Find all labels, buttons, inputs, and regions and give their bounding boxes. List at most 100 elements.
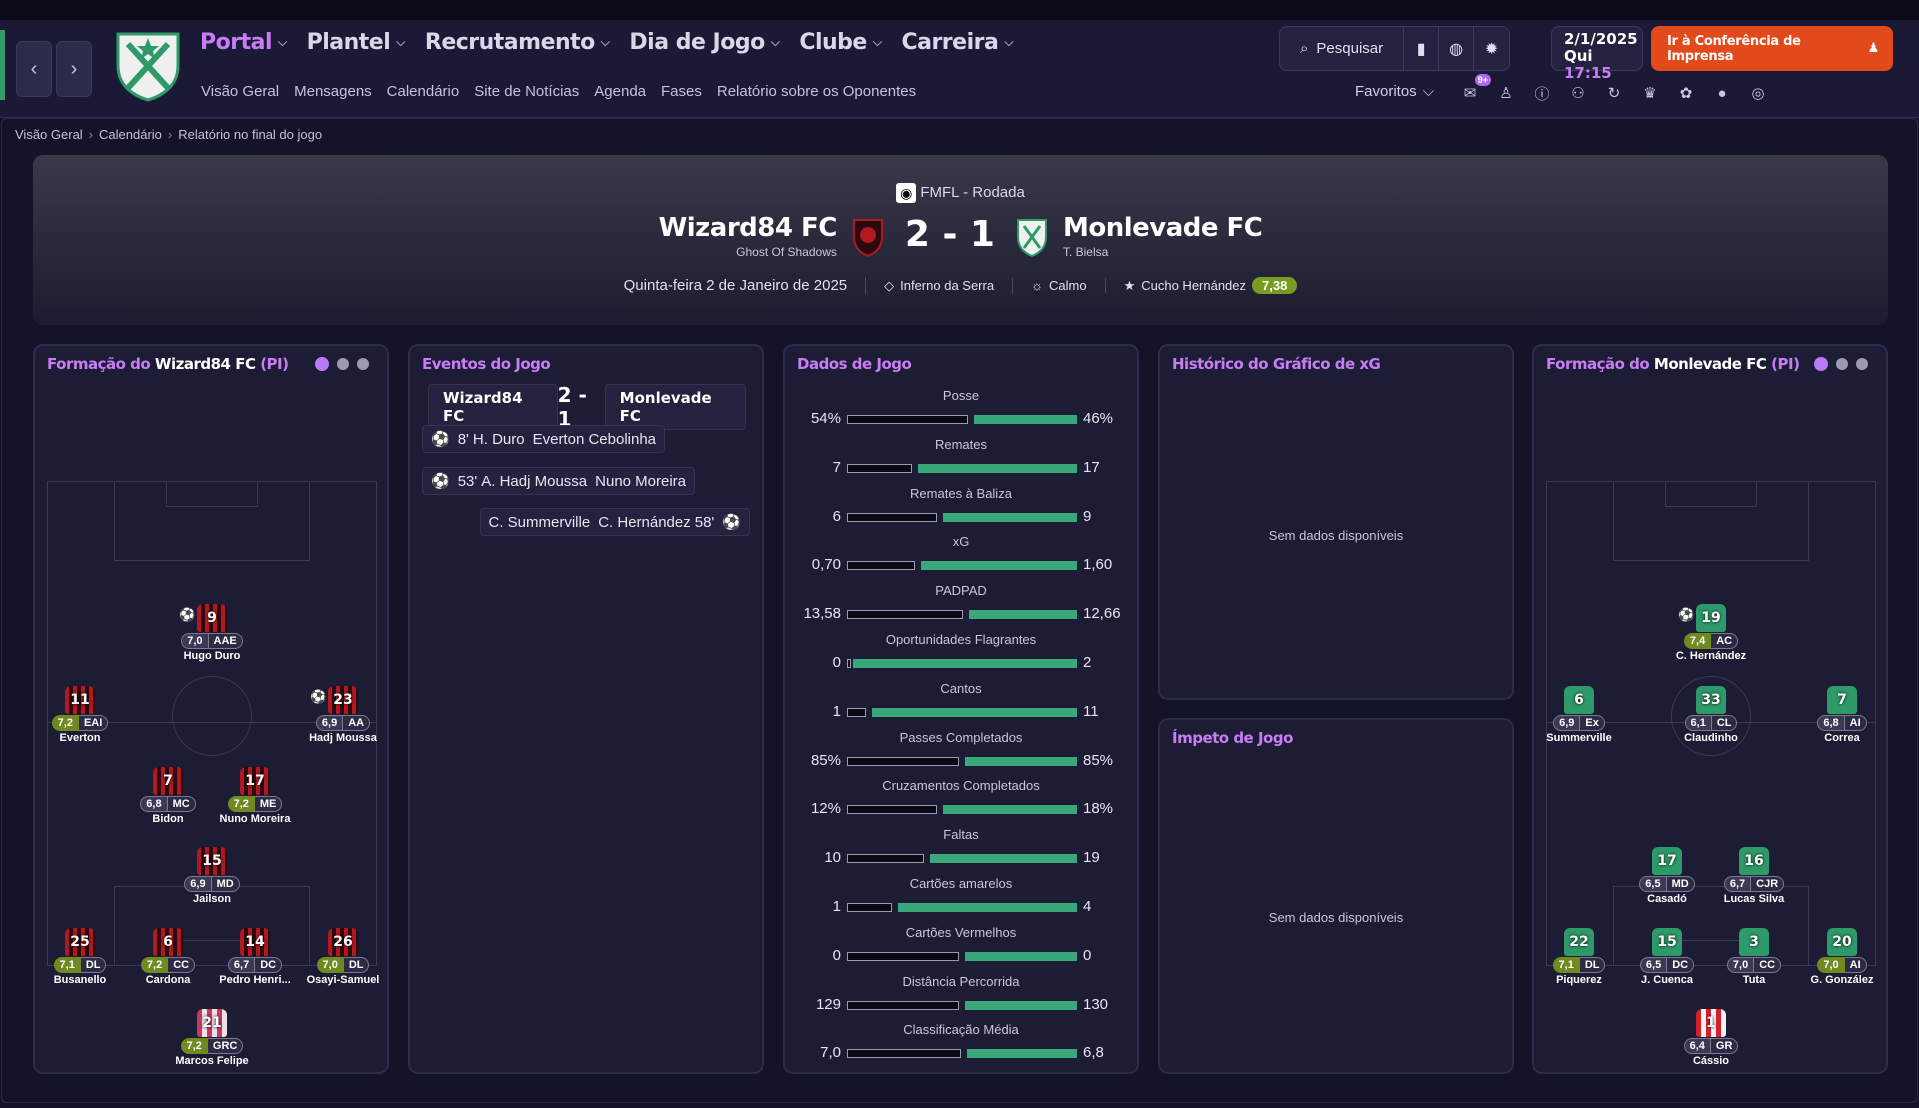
gear-icon[interactable]: ✹ [1474, 27, 1509, 70]
press-conference-button[interactable]: Ir à Conferência de Imprensa ♟ [1651, 26, 1893, 71]
bookmark-icon[interactable]: ▮ [1404, 27, 1440, 70]
chat-icon[interactable]: ✉ 9+ [1459, 74, 1491, 104]
player-marker[interactable]: 6 6,9 Ex Summerville [1534, 686, 1624, 744]
player-name: C. Hernández [1675, 650, 1747, 662]
stats-panel: Dados de Jogo Posse 54% 46% Remates 7 17 Remat… [783, 344, 1139, 1074]
shirt-icon: ⚽ 9 [179, 604, 227, 632]
player-name: Casadó [1647, 893, 1687, 905]
player-marker[interactable]: 6 7,2 CC Cardona [123, 928, 213, 986]
events-home-team[interactable]: Wizard84 FC [428, 384, 558, 430]
empty-slot-icon[interactable]: ● [1711, 82, 1733, 104]
menu-label: Carreira [901, 30, 999, 55]
events-away-team[interactable]: Monlevade FC [604, 384, 746, 430]
stadium[interactable]: ◇ Inferno da Serra [866, 277, 1014, 294]
page-dot[interactable] [1836, 358, 1848, 370]
page-dot[interactable] [337, 358, 349, 370]
player-marker[interactable]: 14 6,7 DC Pedro Henri... [210, 928, 300, 986]
player-marker[interactable]: 20 7,0 AI G. González [1797, 928, 1887, 986]
player-marker[interactable]: 17 6,5 MD Casadó [1622, 847, 1712, 905]
player-marker[interactable]: 7 6,8 AI Correa [1797, 686, 1887, 744]
player-position: AA [343, 715, 371, 731]
chevron-right-icon: › [167, 127, 173, 142]
menu-carreira[interactable]: Carreira ⌵ [901, 30, 1013, 55]
pagination-dots [315, 357, 369, 371]
submenu-site-noticias[interactable]: Site de Notícias [474, 83, 579, 100]
stat-row: Posse 54% 46% [785, 388, 1137, 436]
player-marker[interactable]: 22 7,1 DL Piquerez [1534, 928, 1624, 986]
player-marker[interactable]: 3 7,0 CC Tuta [1709, 928, 1799, 986]
home-team-block[interactable]: Wizard84 FC Ghost Of Shadows [659, 213, 838, 259]
player-rating: 7,2 [140, 957, 169, 973]
player-marker[interactable]: ⚽ 23 6,9 AA Hadj Moussa [298, 686, 388, 744]
player-marker[interactable]: 25 7,1 DL Busanello [35, 928, 125, 986]
submenu-fases[interactable]: Fases [661, 83, 702, 100]
player-marker[interactable]: 11 7,2 EAI Everton [35, 686, 125, 744]
globe-icon[interactable]: ◍ [1439, 27, 1475, 70]
player-marker[interactable]: 26 7,0 DL Osayi-Samuel [298, 928, 388, 986]
submenu-agenda[interactable]: Agenda [594, 83, 646, 100]
shirt-icon[interactable]: ♙ [1495, 82, 1517, 104]
player-name: G. González [1810, 974, 1874, 986]
goal-event[interactable]: ⚽ 8' H. Duro Everton Cebolinha [422, 425, 666, 453]
player-marker[interactable]: 17 7,2 ME Nuno Moreira [210, 767, 300, 825]
player-marker[interactable]: ⚽ 9 7,0 AAE Hugo Duro [167, 604, 257, 662]
menu-clube[interactable]: Clube ⌵ [799, 30, 882, 55]
shirt-number: 33 [1701, 692, 1721, 708]
forward-button[interactable]: › [56, 41, 92, 97]
stat-away-value: 12,66 [1083, 605, 1121, 623]
stat-row: Remates à Baliza 6 9 [785, 486, 1137, 534]
rating-position: 6,4 GR [1666, 1038, 1756, 1054]
goal-event[interactable]: ⚽ 53' A. Hadj Moussa Nuno Moreira [422, 467, 696, 495]
stat-label: Passes Completados [899, 729, 1023, 745]
submenu-calendario[interactable]: Calendário [387, 83, 460, 100]
player-name: Cássio [1692, 1055, 1730, 1067]
rating-position: 6,9 AA [298, 715, 388, 731]
submenu-mensagens[interactable]: Mensagens [294, 83, 372, 100]
player-marker[interactable]: 16 6,7 CJR Lucas Silva [1709, 847, 1799, 905]
player-marker[interactable]: ⚽ 19 7,4 AC C. Hernández [1666, 604, 1756, 662]
breadcrumb-item[interactable]: Calendário [99, 127, 162, 142]
player-rating: 7,4 [1683, 633, 1712, 649]
player-marker[interactable]: 15 6,5 DC J. Cuenca [1622, 928, 1712, 986]
competition[interactable]: ◉ FMFL - Rodada [33, 183, 1888, 203]
player-of-match[interactable]: ★ Cucho Hernández 7,38 [1106, 277, 1316, 294]
stat-away-value: 19 [1083, 849, 1100, 867]
page-dot[interactable] [1856, 358, 1868, 370]
menu-recrutamento[interactable]: Recrutamento ⌵ [425, 30, 610, 55]
player-rating: 7,0 [1817, 957, 1845, 973]
submenu-relatorio-oponentes[interactable]: Relatório sobre os Oponentes [717, 83, 916, 100]
back-button[interactable]: ‹ [16, 41, 52, 97]
goal-event[interactable]: C. Summerville C. Hernández 58' ⚽ [479, 508, 750, 536]
menu-plantel[interactable]: Plantel ⌵ [307, 30, 406, 55]
page-dot[interactable] [1814, 357, 1828, 371]
breadcrumb-item[interactable]: Visão Geral [15, 127, 83, 142]
info-icon[interactable]: ⓘ [1531, 82, 1553, 104]
stat-bar [847, 707, 1077, 717]
player-marker[interactable]: 33 6,1 CL Claudinho [1666, 686, 1756, 744]
favorites-dropdown[interactable]: Favoritos ⌵ [1355, 83, 1434, 100]
refresh-icon[interactable]: ↻ [1603, 82, 1625, 104]
event-assist: C. Summerville [488, 513, 591, 531]
day-text: Qui [1564, 47, 1593, 65]
player-marker[interactable]: 21 7,2 GRC Marcos Felipe [167, 1009, 257, 1067]
player-marker[interactable]: 7 6,8 MC Bidon [123, 767, 213, 825]
player-marker[interactable]: 1 6,4 GR Cássio [1666, 1009, 1756, 1067]
player-marker[interactable]: 15 6,9 MD Jailson [167, 847, 257, 905]
page-dot[interactable] [357, 358, 369, 370]
stat-away-value: 46% [1083, 410, 1114, 427]
target-icon[interactable]: ◎ [1747, 82, 1769, 104]
people-icon[interactable]: ⚇ [1567, 82, 1589, 104]
menu-portal[interactable]: Portal ⌵ [200, 30, 287, 55]
search-button[interactable]: ⌕ Pesquisar [1280, 27, 1405, 70]
home-formation-panel: Formação do Wizard84 FC (PI) ⚽ 9 7,0 AAE Hug… [33, 344, 389, 1074]
shirt-icon: 26 [328, 928, 358, 956]
away-team-block[interactable]: Monlevade FC T. Bielsa [1062, 213, 1263, 259]
trophy-icon[interactable]: ♛ [1639, 82, 1661, 104]
menu-dia-de-jogo[interactable]: Dia de Jogo ⌵ [629, 30, 779, 55]
away-team-name: Monlevade FC [1062, 213, 1263, 243]
group-icon[interactable]: ✿ [1675, 82, 1697, 104]
submenu-visao-geral[interactable]: Visão Geral [201, 83, 279, 100]
game-date[interactable]: 2/1/2025 Qui 17:15 [1551, 26, 1643, 82]
page-dot[interactable] [315, 357, 329, 371]
club-logo[interactable] [112, 28, 184, 102]
